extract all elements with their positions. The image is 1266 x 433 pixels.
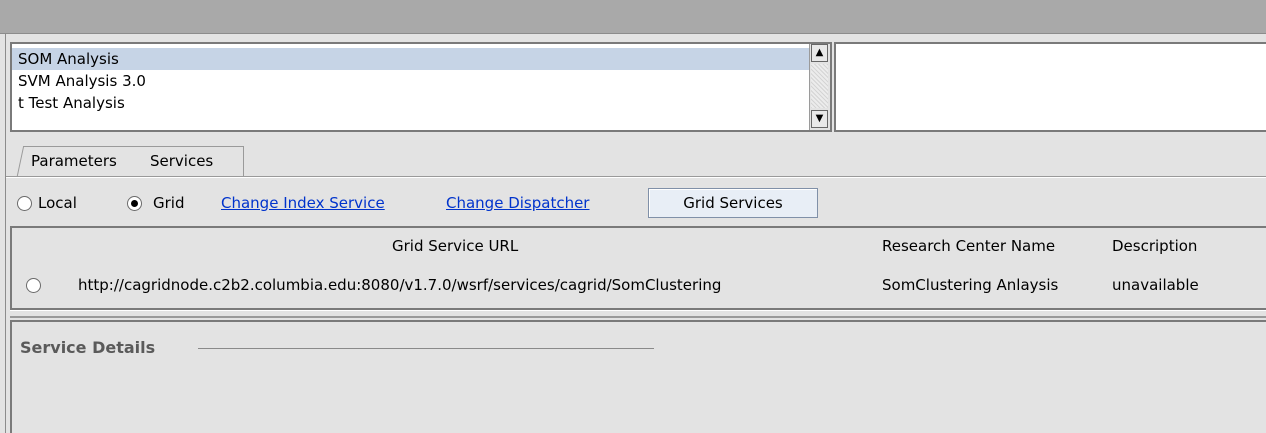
arrow-up-icon[interactable]: ▲	[811, 44, 828, 62]
vertical-scrollbar[interactable]: ▲ ▼	[809, 44, 830, 130]
grid-radio-label[interactable]: Grid	[153, 193, 184, 213]
grid-services-button[interactable]: Grid Services	[648, 188, 818, 218]
grid-radio[interactable]	[127, 196, 142, 211]
tab-divider	[6, 176, 1266, 178]
change-dispatcher-link[interactable]: Change Dispatcher	[446, 193, 589, 213]
column-header-center[interactable]: Research Center Name	[882, 236, 1055, 256]
service-details-title: Service Details	[20, 338, 156, 357]
service-url-cell[interactable]: http://cagridnode.c2b2.columbia.edu:8080…	[78, 275, 721, 295]
tab-parameters-label: Parameters	[31, 152, 117, 170]
column-header-url[interactable]: Grid Service URL	[392, 236, 518, 256]
top-toolbar	[0, 0, 1266, 34]
local-radio[interactable]	[17, 196, 32, 211]
services-table: Grid Service URL Research Center Name De…	[10, 226, 1266, 310]
list-item[interactable]: SOM Analysis	[12, 48, 816, 70]
analysis-list[interactable]: SOM Analysis SVM Analysis 3.0 t Test Ana…	[10, 42, 832, 132]
service-details-panel: Service Details	[10, 320, 1266, 433]
tab-parameters[interactable]: Parameters	[16, 146, 142, 176]
scroll-thumb[interactable]	[811, 64, 828, 108]
column-header-description[interactable]: Description	[1112, 236, 1197, 256]
arrow-down-icon[interactable]: ▼	[811, 110, 828, 128]
list-item[interactable]: t Test Analysis	[12, 92, 816, 114]
change-index-service-link[interactable]: Change Index Service	[221, 193, 385, 213]
local-radio-label[interactable]: Local	[38, 193, 77, 213]
service-center-cell[interactable]: SomClustering Anlaysis	[882, 275, 1058, 295]
split-pane-divider[interactable]	[0, 34, 6, 433]
analysis-description-box	[834, 42, 1266, 132]
list-item[interactable]: SVM Analysis 3.0	[12, 70, 816, 92]
table-bottom-divider	[10, 310, 1266, 318]
service-row-radio[interactable]	[26, 278, 41, 293]
titled-border-line	[198, 348, 654, 349]
service-description-cell[interactable]: unavailable	[1112, 275, 1199, 295]
tab-services[interactable]: Services	[140, 146, 244, 176]
